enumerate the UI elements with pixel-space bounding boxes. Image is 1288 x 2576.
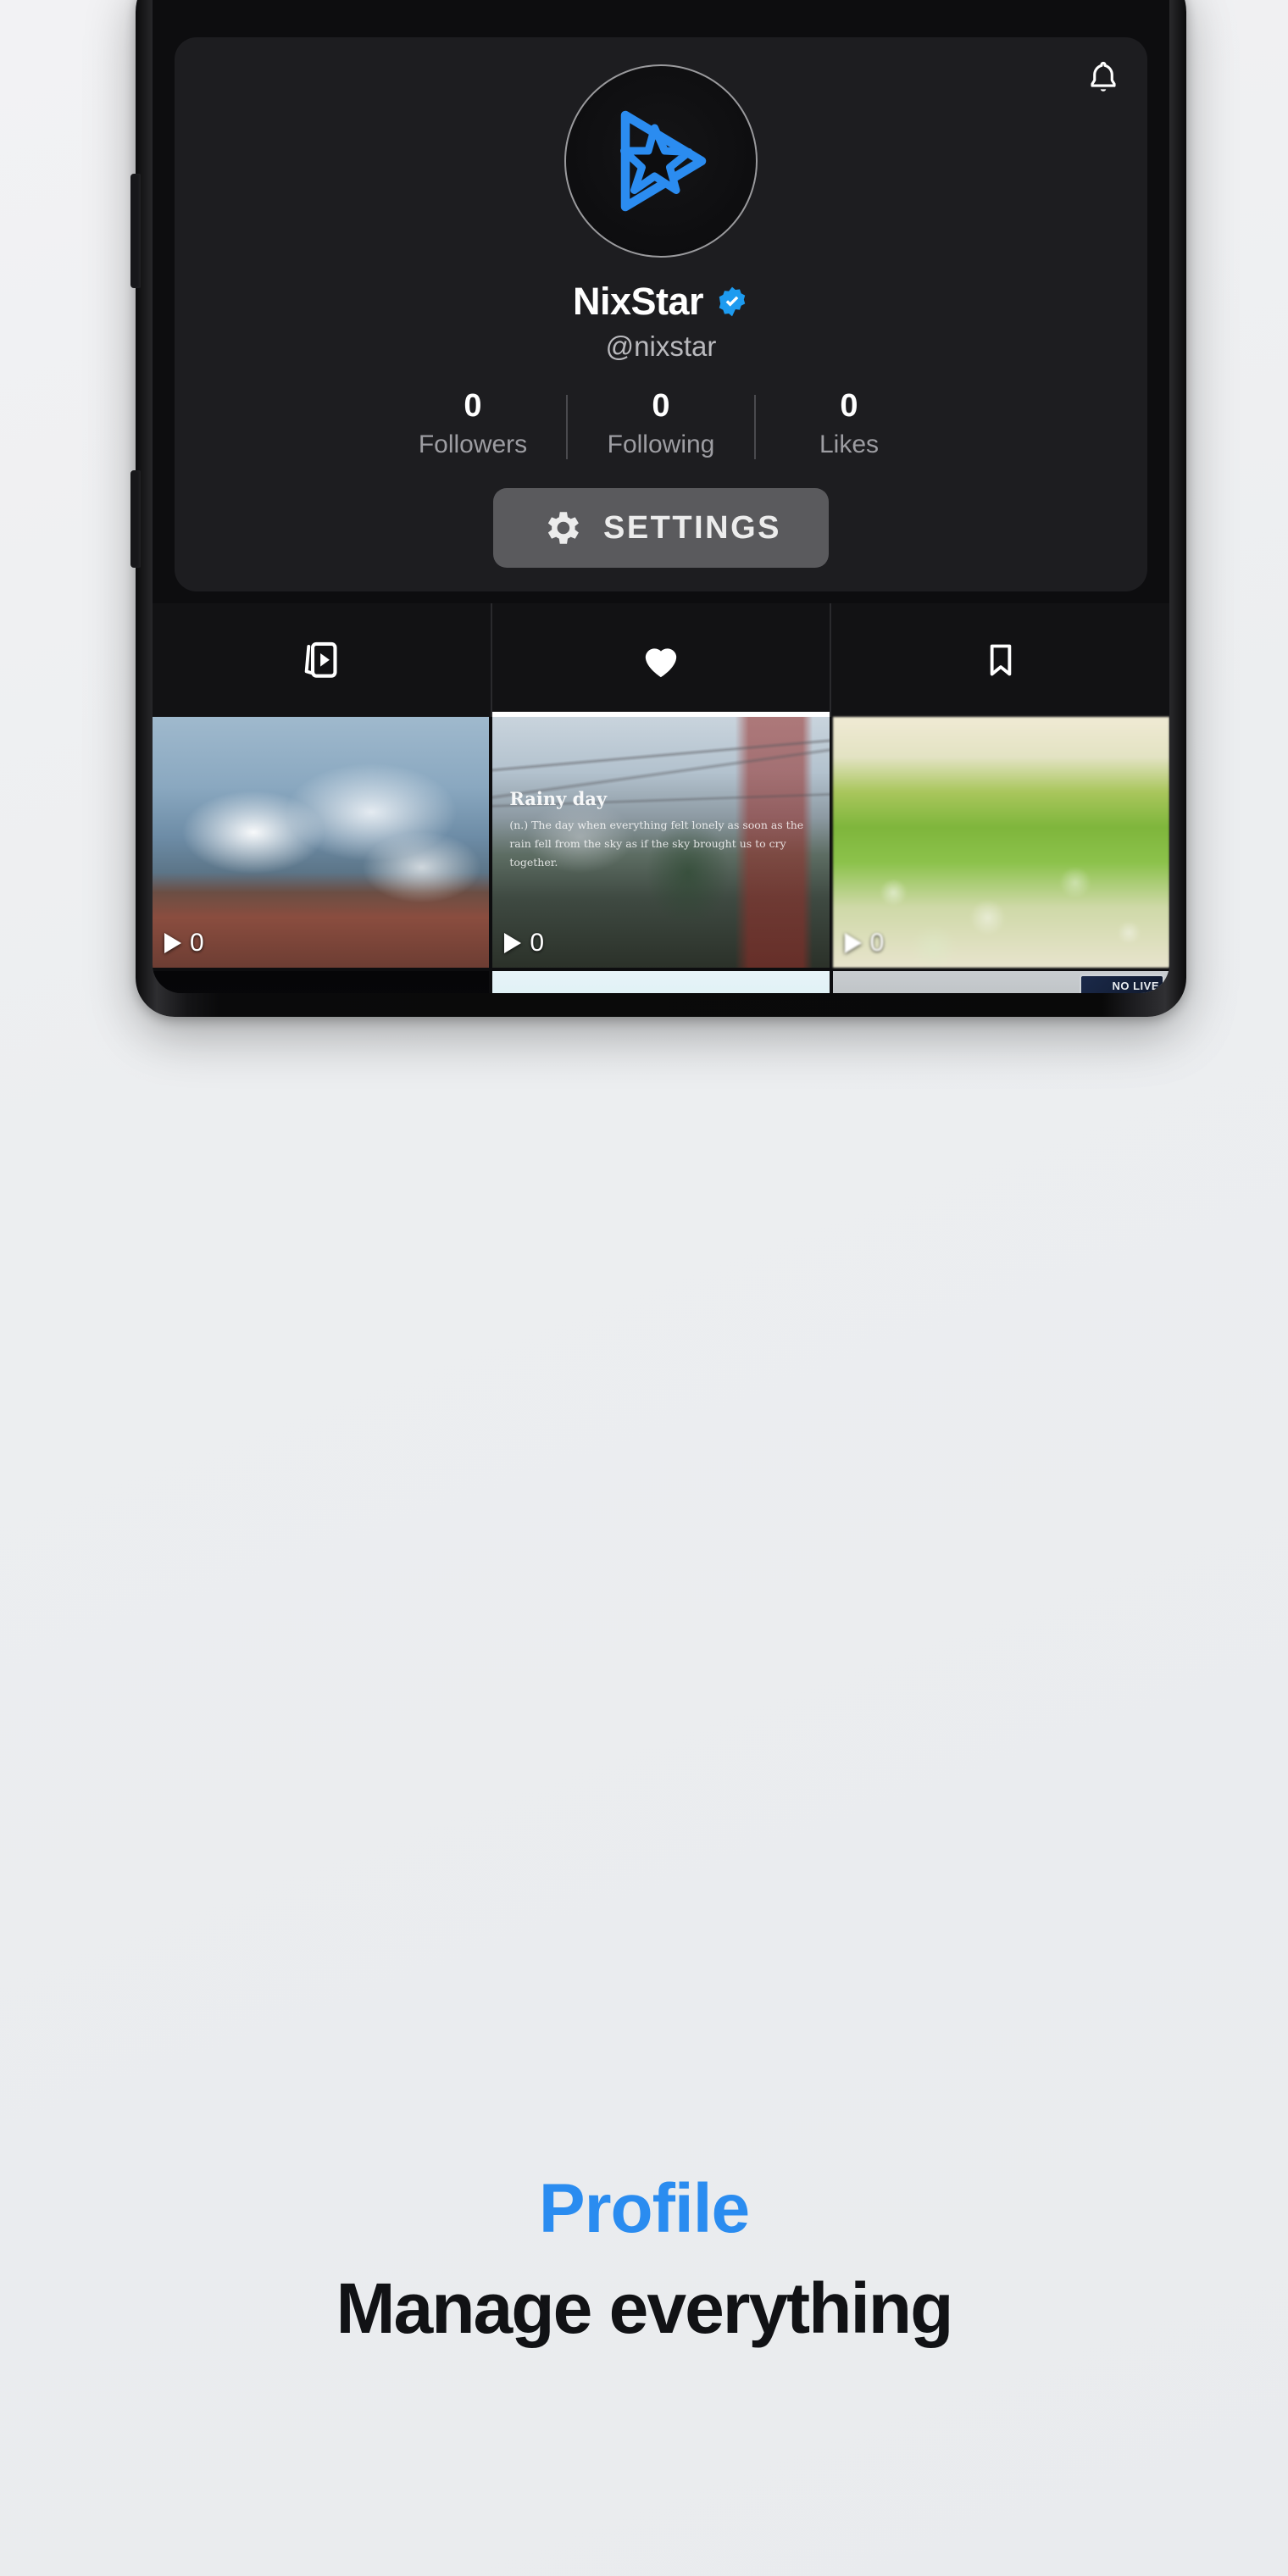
gear-icon bbox=[547, 512, 579, 544]
promo-caption: Profile Manage everything bbox=[0, 2169, 1288, 2350]
user-handle: @nixstar bbox=[605, 330, 717, 362]
stat-followers-value: 0 bbox=[464, 388, 482, 424]
overlay-title: Rainy day bbox=[509, 788, 608, 809]
live-badge: NO LIVE bbox=[1112, 980, 1159, 992]
stat-followers[interactable]: 0 Followers bbox=[380, 388, 566, 459]
phone-mute-button[interactable] bbox=[130, 174, 141, 288]
stat-following-label: Following bbox=[607, 430, 715, 458]
view-count: 0 bbox=[844, 929, 885, 958]
caption-subtitle: Manage everything bbox=[336, 2268, 954, 2348]
play-triangle-icon bbox=[844, 933, 862, 953]
grid-item[interactable] bbox=[153, 971, 490, 993]
caption-title: Profile bbox=[538, 2170, 750, 2247]
view-count-value: 0 bbox=[530, 929, 545, 957]
tab-saved[interactable] bbox=[831, 603, 1169, 717]
phone-screen: Profile bbox=[153, 0, 1169, 993]
stat-likes[interactable]: 0 Likes bbox=[756, 388, 942, 459]
notifications-button[interactable] bbox=[1081, 56, 1125, 100]
profile-card: NixStar @nixstar 0 Followers 0 Following… bbox=[175, 37, 1147, 591]
verified-badge-icon bbox=[719, 286, 746, 317]
view-count-value: 0 bbox=[190, 929, 204, 957]
app-header: Profile bbox=[153, 0, 1169, 25]
username-row: NixStar bbox=[175, 280, 1147, 324]
avatar-wrapper bbox=[175, 64, 1147, 258]
video-grid: 0 Rainy day (n.) The day when everything… bbox=[153, 717, 1169, 993]
bookmark-icon bbox=[990, 644, 1011, 676]
profile-tabs bbox=[153, 603, 1169, 717]
grid-item[interactable]: 0 bbox=[832, 717, 1169, 968]
play-triangle-icon bbox=[164, 933, 181, 953]
stat-likes-label: Likes bbox=[819, 430, 880, 458]
view-count: 0 bbox=[164, 929, 204, 958]
phone-volume-button[interactable] bbox=[130, 470, 141, 568]
stat-likes-value: 0 bbox=[840, 388, 858, 424]
tab-videos[interactable] bbox=[153, 603, 492, 717]
grid-item[interactable]: Rainy day (n.) The day when everything f… bbox=[492, 717, 830, 968]
avatar[interactable] bbox=[564, 64, 758, 258]
stat-following-value: 0 bbox=[652, 388, 670, 424]
bell-icon bbox=[1091, 61, 1116, 92]
display-name: NixStar bbox=[572, 280, 704, 323]
grid-item[interactable]: NO LIVE bbox=[832, 971, 1169, 993]
grid-item[interactable] bbox=[492, 971, 830, 993]
phone-body: Profile bbox=[130, 0, 1186, 1017]
view-count-value: 0 bbox=[869, 929, 885, 957]
thumbnail-overlay-text: Rainy day (n.) The day when everything f… bbox=[509, 788, 815, 872]
grid-item[interactable]: 0 bbox=[153, 717, 490, 968]
play-triangle-icon bbox=[504, 933, 522, 953]
stat-following[interactable]: 0 Following bbox=[568, 388, 754, 459]
view-count: 0 bbox=[504, 929, 544, 958]
nixstar-play-star-logo bbox=[620, 110, 707, 212]
tab-liked[interactable] bbox=[491, 603, 832, 717]
reels-stack-icon bbox=[305, 641, 337, 678]
phone-mockup: Profile bbox=[130, 0, 1186, 1017]
settings-button[interactable]: SETTINGS bbox=[493, 488, 829, 568]
stat-followers-label: Followers bbox=[418, 430, 528, 458]
settings-button-label: SETTINGS bbox=[602, 509, 782, 546]
heart-icon bbox=[645, 648, 677, 678]
overlay-body: (n.) The day when everything felt lonely… bbox=[509, 819, 804, 869]
stats-row: 0 Followers 0 Following 0 Likes bbox=[175, 388, 1147, 459]
